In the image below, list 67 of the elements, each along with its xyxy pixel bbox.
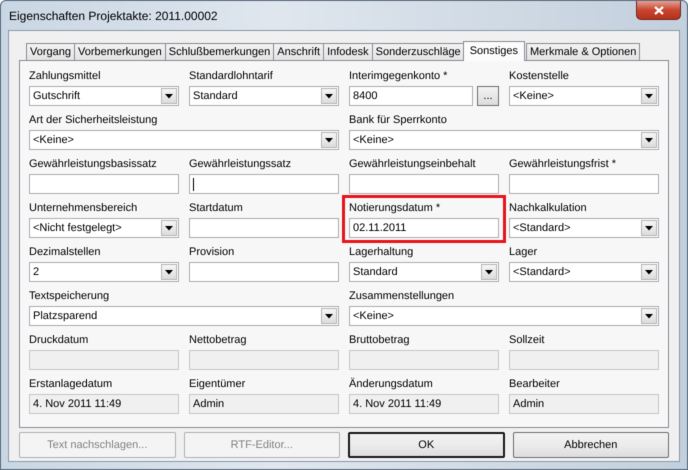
dropdown[interactable]: <Keine>: [29, 130, 339, 150]
readonly-field: Admin: [509, 394, 659, 414]
readonly-field: Admin: [189, 394, 339, 414]
tab[interactable]: Sonderzuschläge: [372, 43, 465, 60]
tab[interactable]: Sonstiges: [462, 41, 525, 61]
input-field[interactable]: [509, 174, 659, 194]
dialog-button[interactable]: Abbrechen: [512, 432, 669, 458]
input-field[interactable]: 8400: [349, 86, 473, 106]
field-label: Gewährleistungssatz: [189, 157, 292, 171]
dropdown[interactable]: <Nicht festgelegt>: [29, 218, 179, 238]
field-label: Zusammenstellungen: [349, 289, 454, 303]
tab[interactable]: Merkmale & Optionen: [526, 43, 640, 60]
field-label: Interimgegenkonto *: [349, 69, 448, 83]
tab[interactable]: Vorgang: [26, 43, 75, 60]
input-field[interactable]: 02.11.2011: [349, 218, 499, 238]
field-label: Startdatum: [189, 201, 243, 215]
tab[interactable]: Schlußbemerkungen: [164, 43, 274, 60]
close-icon: [654, 6, 664, 14]
dropdown[interactable]: <Standard>: [509, 262, 659, 282]
field-label: Änderungsdatum: [349, 377, 433, 391]
input-field[interactable]: [189, 262, 339, 282]
dropdown[interactable]: <Keine>: [349, 130, 659, 150]
field-label: Erstanlagedatum: [29, 377, 112, 391]
field-label: Bruttobetrag: [349, 333, 410, 347]
field-label: Druckdatum: [29, 333, 88, 347]
field-label: Gewährleistungsbasissatz: [29, 157, 157, 171]
readonly-field: 4. Nov 2011 11:49: [349, 394, 499, 414]
dropdown[interactable]: <Keine>: [509, 86, 659, 106]
field-label: Eigentümer: [189, 377, 246, 391]
input-field[interactable]: [349, 174, 499, 194]
field-label: Zahlungsmittel: [29, 69, 101, 83]
field-label: Nachkalkulation: [509, 201, 587, 215]
close-button[interactable]: [636, 1, 681, 20]
browse-button[interactable]: ...: [477, 86, 499, 106]
window-title: Eigenschaften Projektakte: 2011.00002: [9, 8, 218, 22]
field-label: Textspeicherung: [29, 289, 110, 303]
field-label: Art der Sicherheitsleistung: [29, 113, 158, 127]
field-label: Notierungsdatum *: [349, 201, 440, 215]
field-label: Bank für Sperrkonto: [349, 113, 447, 127]
dropdown[interactable]: Platzsparend: [29, 306, 339, 326]
readonly-field: 4. Nov 2011 11:49: [29, 394, 179, 414]
field-label: Dezimalstellen: [29, 245, 101, 259]
field-label: Lagerhaltung: [349, 245, 414, 259]
dropdown[interactable]: Standard: [189, 86, 339, 106]
dropdown[interactable]: <Standard>: [509, 218, 659, 238]
field-label: Gewährleistungseinbehalt: [349, 157, 476, 171]
tab[interactable]: Anschrift: [273, 43, 324, 60]
field-label: Sollzeit: [509, 333, 544, 347]
dropdown[interactable]: 2: [29, 262, 179, 282]
dialog-button[interactable]: OK: [348, 432, 504, 458]
tab[interactable]: Infodesk: [323, 43, 373, 60]
dropdown[interactable]: <Keine>: [349, 306, 659, 326]
field-label: Kostenstelle: [509, 69, 569, 83]
field-label: Standardlohntarif: [189, 69, 273, 83]
text-cursor-icon: [193, 178, 194, 190]
input-field[interactable]: [29, 174, 179, 194]
field-label: Gewährleistungsfrist *: [509, 157, 616, 171]
input-field[interactable]: [189, 218, 339, 238]
field-label: Nettobetrag: [189, 333, 246, 347]
field-label: Provision: [189, 245, 234, 259]
field-label: Bearbeiter: [509, 377, 560, 391]
tab[interactable]: Vorbemerkungen: [74, 43, 166, 60]
dropdown[interactable]: Standard: [349, 262, 499, 282]
dropdown[interactable]: Gutschrift: [29, 86, 179, 106]
field-label: Lager: [509, 245, 538, 259]
input-field[interactable]: [189, 174, 339, 194]
field-label: Unternehmensbereich: [29, 201, 138, 215]
